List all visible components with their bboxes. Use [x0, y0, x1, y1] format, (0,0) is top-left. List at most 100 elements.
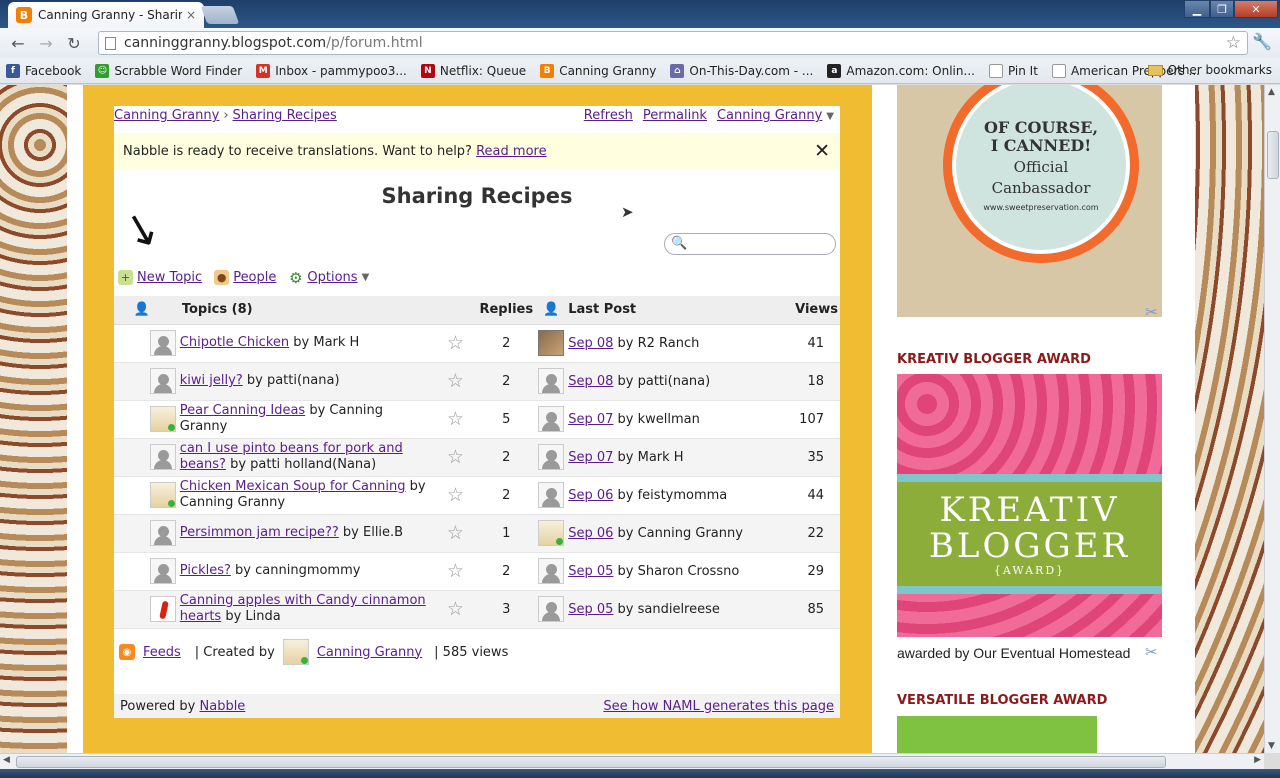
star-icon[interactable]: ☆ [432, 476, 479, 515]
feeds-link[interactable]: Feeds [143, 645, 181, 660]
people-link[interactable]: People [233, 270, 276, 285]
read-more-link[interactable]: Read more [476, 144, 546, 159]
close-icon[interactable]: ✕ [814, 140, 830, 162]
address-bar[interactable]: canninggranny.blogspot.com/p/forum.html … [98, 31, 1248, 55]
bookmark-item[interactable]: ⌂ On-This-Day.com - ... [670, 63, 813, 78]
last-post-date-link[interactable]: Sep 07 [568, 450, 613, 465]
scroll-left-icon[interactable]: ◀ [3, 755, 10, 765]
nabble-link[interactable]: Nabble [200, 699, 246, 714]
last-post-date-link[interactable]: Sep 07 [568, 412, 613, 427]
new-topic-button[interactable]: + New Topic [118, 270, 202, 285]
star-icon[interactable]: ☆ [432, 438, 479, 477]
minimize-button[interactable]: ▁ [1184, 0, 1210, 18]
maximize-button[interactable]: ❐ [1210, 0, 1234, 18]
topic-author-avatar[interactable] [149, 558, 176, 584]
bookmark-star-icon[interactable]: ☆ [1226, 33, 1241, 53]
header-last-post[interactable]: Last Post [568, 296, 796, 325]
canbassador-badge[interactable]: OF COURSE, I CANNED! Official Canbassado… [897, 85, 1162, 317]
last-post-avatar[interactable] [538, 596, 565, 622]
last-post-avatar[interactable] [538, 368, 565, 394]
topic-author-avatar[interactable] [149, 482, 176, 508]
topic-author-avatar[interactable] [149, 520, 176, 546]
star-icon[interactable]: ☆ [432, 552, 479, 591]
permalink-link[interactable]: Permalink [643, 108, 707, 123]
last-post-date-link[interactable]: Sep 06 [568, 488, 613, 503]
bookmark-item[interactable]: N Netflix: Queue [420, 63, 526, 78]
creator-link[interactable]: Canning Granny [317, 645, 422, 660]
header-replies[interactable]: Replies [478, 296, 535, 325]
topic-author-avatar[interactable] [149, 406, 176, 432]
star-icon[interactable]: ☆ [432, 514, 479, 553]
bookmark-item[interactable]: M Inbox - pammypoo3... [256, 63, 407, 78]
last-post-avatar[interactable] [538, 482, 565, 508]
last-post-avatar[interactable] [538, 520, 565, 546]
rss-feed-icon[interactable]: ◉ [119, 644, 135, 660]
horizontal-scrollbar[interactable]: ◀ ▶ [0, 753, 1264, 769]
browser-tab[interactable]: B Canning Granny - Sharing × [8, 2, 204, 28]
star-icon[interactable]: ☆ [432, 324, 479, 363]
new-topic-link[interactable]: New Topic [137, 270, 202, 285]
chevron-down-icon[interactable]: ▼ [362, 272, 370, 283]
last-post-date-link[interactable]: Sep 08 [568, 374, 613, 389]
topic-link[interactable]: Persimmon jam recipe?? [180, 525, 339, 540]
naml-link[interactable]: See how NAML generates this page [603, 699, 834, 714]
star-icon[interactable]: ☆ [432, 362, 479, 401]
header-topics[interactable]: Topics (8) [149, 296, 479, 325]
last-post-date-link[interactable]: Sep 05 [568, 564, 613, 579]
topic-author-avatar[interactable] [149, 330, 176, 356]
reload-icon[interactable]: ↻ [60, 31, 88, 55]
close-window-button[interactable]: ✕ [1234, 0, 1278, 18]
kreativ-award-image[interactable]: KREATIV BLOGGER {AWARD} [897, 374, 1162, 637]
bookmark-item[interactable]: B Canning Granny [540, 63, 656, 78]
creator-avatar[interactable] [282, 639, 309, 665]
vertical-scroll-thumb[interactable] [1267, 131, 1279, 179]
topic-author-avatar[interactable] [149, 368, 176, 394]
breadcrumb-current-link[interactable]: Sharing Recipes [233, 108, 337, 123]
options-link[interactable]: Options [307, 270, 357, 285]
last-post-avatar[interactable] [538, 330, 565, 356]
scroll-down-icon[interactable]: ▼ [1268, 741, 1275, 751]
last-post-avatar[interactable] [538, 558, 565, 584]
owner-link[interactable]: Canning Granny [717, 108, 822, 123]
last-post-avatar[interactable] [538, 444, 565, 470]
search-input[interactable]: 🔍 [664, 233, 836, 255]
chevron-down-icon[interactable]: ▼ [826, 111, 834, 122]
topic-link[interactable]: Pear Canning Ideas [180, 403, 305, 418]
tab-close-icon[interactable]: × [186, 8, 196, 22]
star-icon[interactable]: ☆ [432, 590, 479, 629]
topic-author-avatar[interactable] [149, 444, 176, 470]
header-views[interactable]: Views [795, 296, 840, 325]
bookmark-item[interactable]: f Facebook [6, 63, 81, 78]
star-icon[interactable]: ☆ [432, 400, 479, 439]
topic-link[interactable]: Canning apples with Candy cinnamon heart… [180, 593, 426, 624]
topic-link[interactable]: Chipotle Chicken [180, 335, 289, 350]
bookmark-item[interactable]: ☺ Scrabble Word Finder [95, 63, 242, 78]
options-button[interactable]: ⚙ Options ▼ [288, 269, 370, 287]
breadcrumb-root-link[interactable]: Canning Granny [114, 108, 219, 123]
topic-link[interactable]: kiwi jelly? [180, 373, 243, 388]
topic-link[interactable]: Pickles? [180, 563, 231, 578]
scroll-up-icon[interactable]: ▲ [1268, 87, 1275, 97]
refresh-link[interactable]: Refresh [584, 108, 633, 123]
forward-icon[interactable]: → [32, 31, 60, 55]
edit-widget-icon[interactable]: ✂ [1145, 643, 1158, 661]
edit-widget-icon[interactable]: ✂ [1145, 303, 1158, 321]
vertical-scrollbar[interactable]: ▲ ▼ [1264, 85, 1280, 753]
last-post-date-link[interactable]: Sep 08 [568, 336, 613, 351]
last-post-date-link[interactable]: Sep 05 [568, 602, 613, 617]
topic-link[interactable]: Chicken Mexican Soup for Canning [180, 479, 406, 494]
last-post-date-link[interactable]: Sep 06 [568, 526, 613, 541]
horizontal-scroll-thumb[interactable] [16, 756, 1166, 768]
back-icon[interactable]: ← [4, 31, 32, 55]
owner-menu[interactable]: Canning Granny ▼ [717, 108, 834, 123]
scroll-right-icon[interactable]: ▶ [1254, 755, 1261, 765]
other-bookmarks[interactable]: Other bookmarks [1147, 63, 1272, 77]
last-post-avatar[interactable] [538, 406, 565, 432]
topic-author-avatar[interactable] [149, 596, 176, 622]
new-tab-button[interactable] [200, 6, 240, 24]
people-button[interactable]: ● People [214, 270, 276, 285]
versatile-award-image[interactable] [897, 716, 1097, 753]
wrench-icon[interactable]: 🔧 [1252, 32, 1272, 51]
bookmark-item[interactable]: Pin It [988, 63, 1038, 78]
bookmark-item[interactable]: a Amazon.com: Onlin... [827, 63, 975, 78]
